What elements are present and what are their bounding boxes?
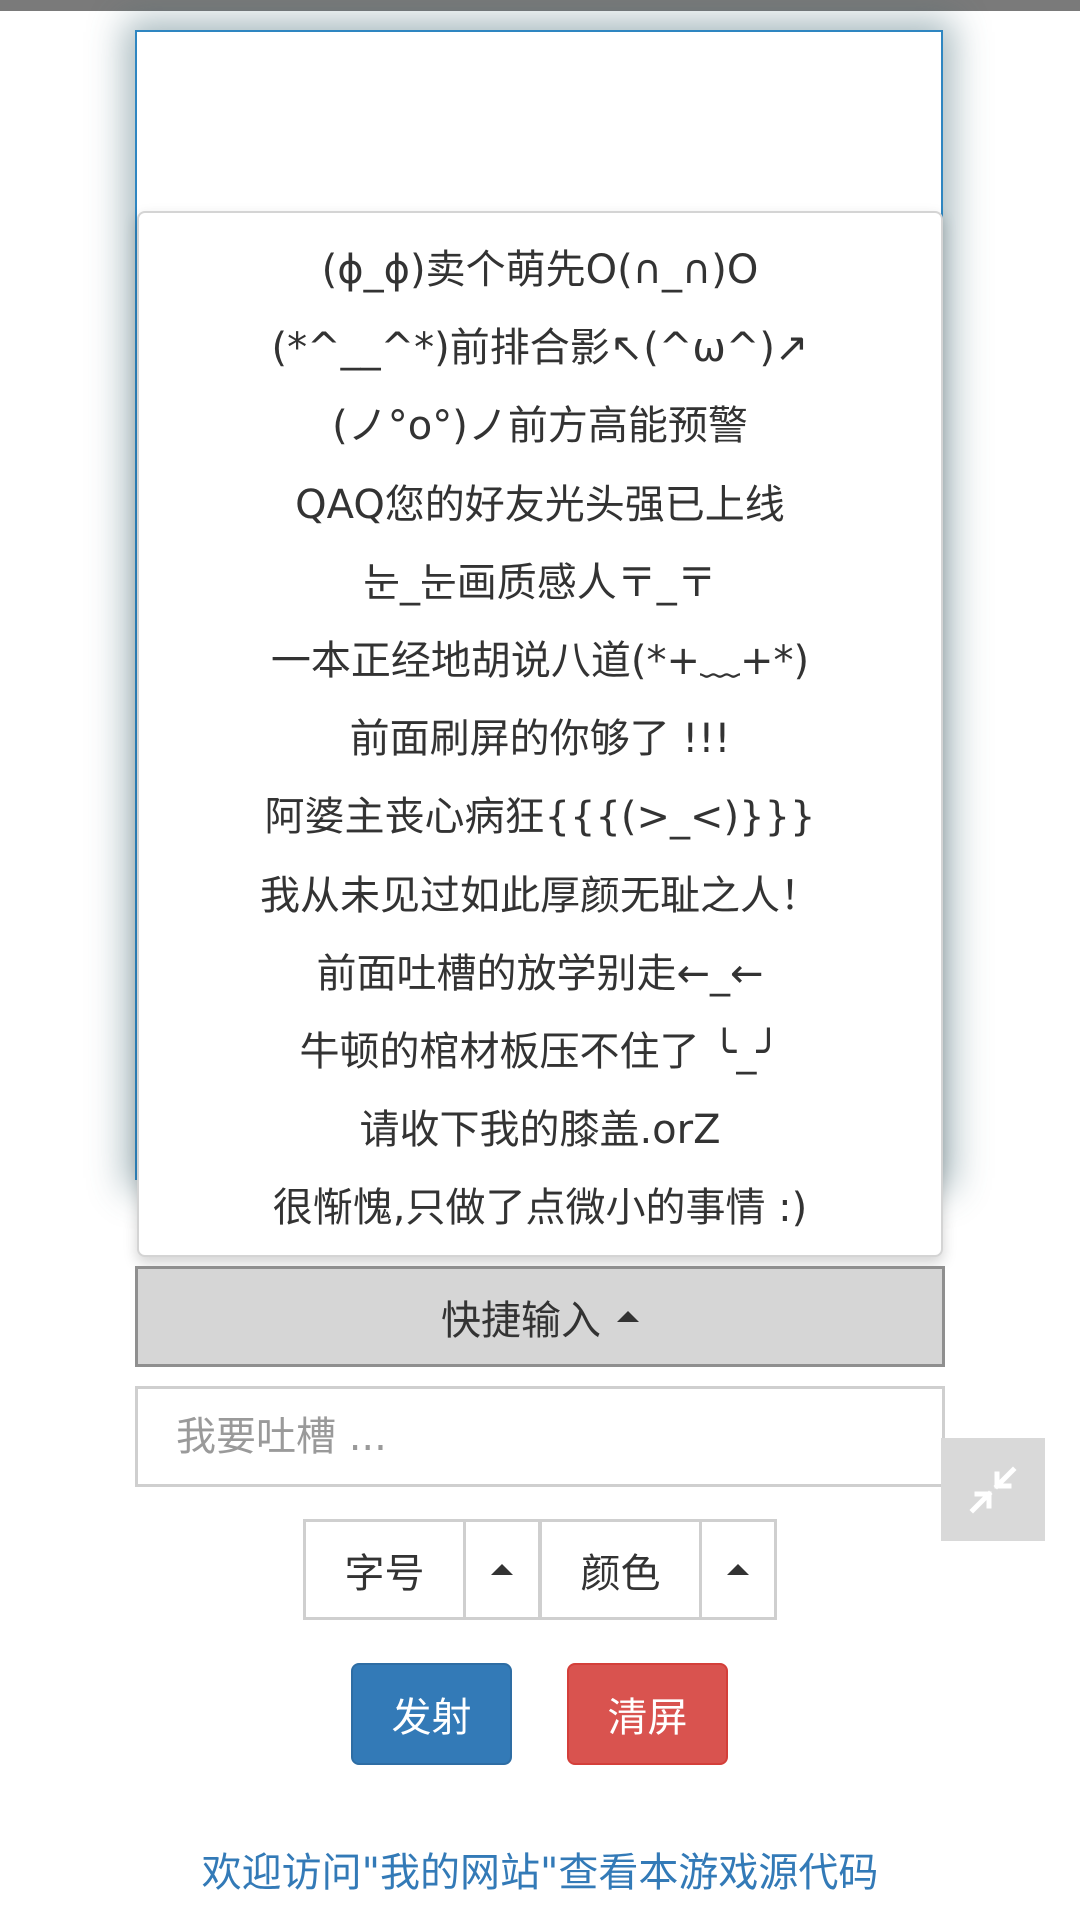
quick-input-item[interactable]: 눈_눈画质感人〒_〒 xyxy=(139,544,941,622)
caret-up-icon xyxy=(617,1311,639,1322)
quick-input-toggle-button[interactable]: 快捷输入 xyxy=(135,1266,945,1367)
clear-screen-button[interactable]: 清屏 xyxy=(567,1663,728,1765)
exit-fullscreen-button[interactable] xyxy=(941,1438,1045,1541)
fire-button[interactable]: 发射 xyxy=(351,1663,512,1765)
top-status-bar xyxy=(0,0,1080,11)
font-size-button[interactable]: 字号 xyxy=(306,1522,466,1617)
caret-up-icon xyxy=(491,1564,513,1575)
quick-input-item[interactable]: 前面吐槽的放学别走←_← xyxy=(139,935,941,1013)
quick-input-item[interactable]: 很惭愧,只做了点微小的事情 :) xyxy=(139,1169,941,1247)
exit-fullscreen-icon xyxy=(969,1465,1017,1514)
quick-input-menu: (ϕ_ϕ)卖个萌先O(∩_∩)O (*^__^*)前排合影↖(^ω^)↗ (ノ°… xyxy=(137,211,943,1257)
source-code-link[interactable]: 欢迎访问"我的网站"查看本游戏源代码 xyxy=(0,1840,1080,1898)
quick-input-toggle-label: 快捷输入 xyxy=(441,1297,601,1344)
font-size-dropdown-toggle[interactable] xyxy=(466,1522,538,1617)
quick-input-item[interactable]: (ϕ_ϕ)卖个萌先O(∩_∩)O xyxy=(139,231,941,309)
quick-input-item[interactable]: 一本正经地胡说八道(*+﹏+*) xyxy=(139,622,941,700)
quick-input-item[interactable]: QAQ您的好友光头强已上线 xyxy=(139,466,941,544)
quick-input-item[interactable]: 前面刷屏的你够了 !!! xyxy=(139,700,941,778)
comment-input[interactable] xyxy=(135,1386,945,1487)
quick-input-item[interactable]: 阿婆主丧心病狂{{{(>_<)}}} xyxy=(139,778,941,856)
font-size-button-group: 字号 xyxy=(303,1519,541,1620)
color-button[interactable]: 颜色 xyxy=(542,1522,702,1617)
quick-input-item[interactable]: 我从未见过如此厚颜无耻之人！ xyxy=(139,857,941,935)
quick-input-item[interactable]: 请收下我的膝盖.orZ xyxy=(139,1091,941,1169)
caret-up-icon xyxy=(727,1564,749,1575)
quick-input-item[interactable]: (*^__^*)前排合影↖(^ω^)↗ xyxy=(139,309,941,387)
quick-input-item[interactable]: (ノ°o°)ノ前方高能预警 xyxy=(139,387,941,465)
color-dropdown-toggle[interactable] xyxy=(702,1522,774,1617)
color-button-group: 颜色 xyxy=(539,1519,777,1620)
quick-input-item[interactable]: 牛顿的棺材板压不住了 ╰_╯ xyxy=(139,1013,941,1091)
